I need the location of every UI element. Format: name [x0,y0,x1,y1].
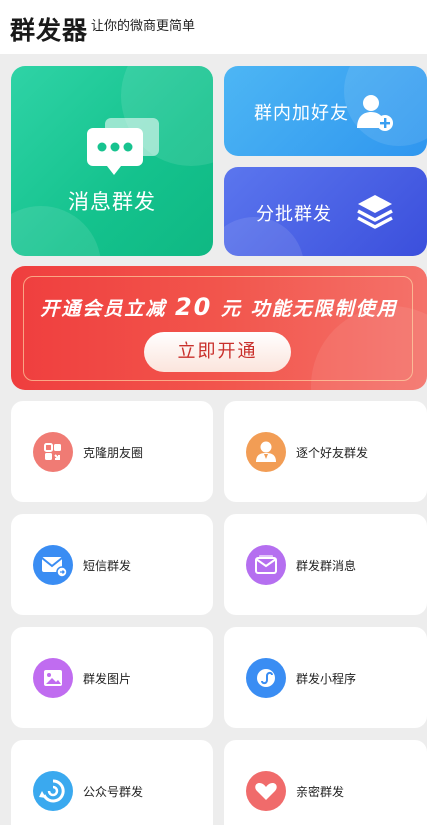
mini-program-icon [246,658,286,698]
tile-group-message-broadcast[interactable]: 群发群消息 [224,514,427,615]
app-slogan: 让你的微商更简单 [91,19,196,34]
tile-label: 克隆朋友圈 [83,446,144,460]
person-icon [246,432,286,472]
tile-label: 短信群发 [83,559,132,573]
membership-banner[interactable]: 开通会员立减 20 元 功能无限制使用 立即开通 [11,266,427,390]
layers-icon [357,195,393,229]
tile-intimate-broadcast[interactable]: 亲密群发 [224,740,427,825]
tile-label: 亲密群发 [296,785,345,799]
message-broadcast-card[interactable]: 消息群发 [11,66,213,256]
add-user-icon [357,95,393,131]
sms-icon [33,545,73,585]
clone-icon [33,432,73,472]
chat-bubble-icon [87,118,159,175]
batch-broadcast-label: 分批群发 [256,204,332,225]
promo-amount: 20 [174,293,213,321]
batch-broadcast-card[interactable]: 分批群发 [224,167,427,256]
app-logo: 群发器 [10,16,89,45]
message-broadcast-label: 消息群发 [68,190,156,214]
tile-official-account-broadcast[interactable]: 公众号群发 [11,740,213,825]
envelope-icon [246,545,286,585]
tile-image-broadcast[interactable]: 群发图片 [11,627,213,728]
banner-promo-text: 开通会员立减 20 元 功能无限制使用 [11,293,427,321]
promo-text-before: 开通会员立减 [40,298,175,320]
image-icon [33,658,73,698]
tile-sms-broadcast[interactable]: 短信群发 [11,514,213,615]
promo-text-after: 元 功能无限制使用 [212,298,398,320]
heart-icon [246,771,286,811]
activate-membership-button[interactable]: 立即开通 [144,332,291,372]
app-header: 群发器 让你的微商更简单 [0,0,427,54]
tile-mini-program-broadcast[interactable]: 群发小程序 [224,627,427,728]
tile-label: 群发群消息 [296,559,357,573]
tile-label: 群发图片 [83,672,132,686]
official-account-icon [33,771,73,811]
tile-label: 群发小程序 [296,672,357,686]
tile-clone-moments[interactable]: 克隆朋友圈 [11,401,213,502]
group-add-friends-label: 群内加好友 [254,103,349,124]
tile-friend-broadcast[interactable]: 逐个好友群发 [224,401,427,502]
tile-label: 公众号群发 [83,785,144,799]
tile-label: 逐个好友群发 [296,446,369,460]
group-add-friends-card[interactable]: 群内加好友 [224,66,427,156]
